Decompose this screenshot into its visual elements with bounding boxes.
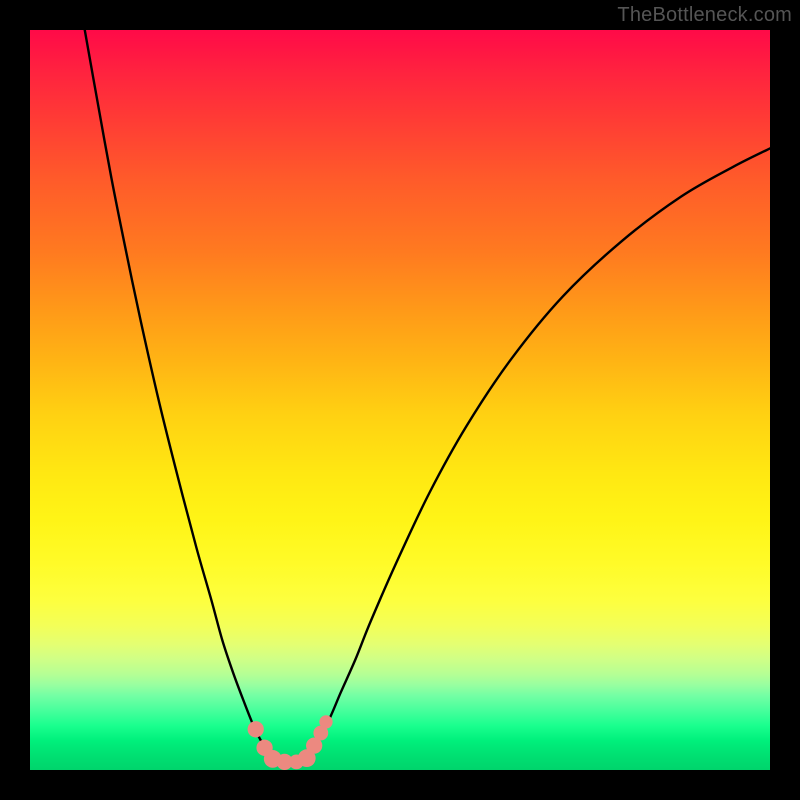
- watermark-label: TheBottleneck.com: [617, 4, 792, 27]
- heat-gradient-background: [30, 30, 770, 770]
- chart-frame: TheBottleneck.com: [0, 0, 800, 800]
- plot-area: [30, 30, 770, 770]
